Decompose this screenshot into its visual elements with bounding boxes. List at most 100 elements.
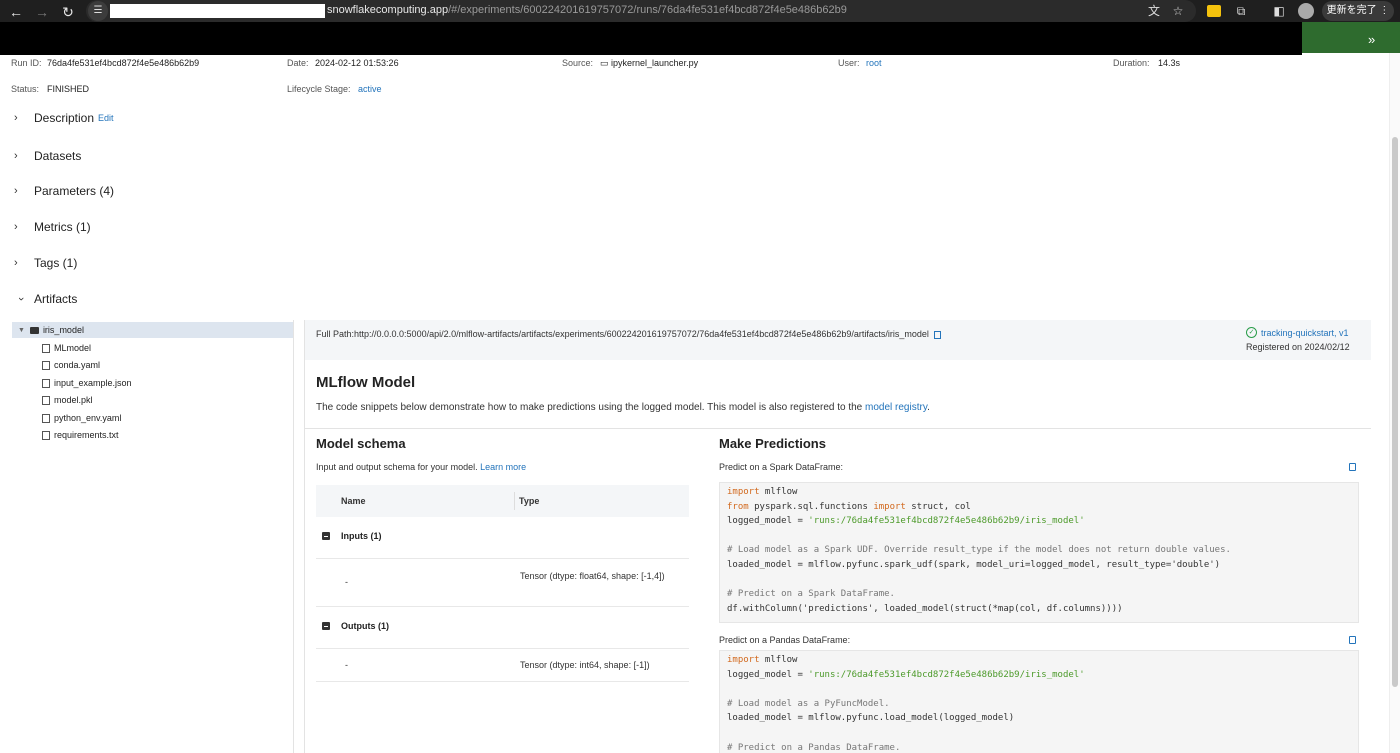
code-line: # Predict on a Spark DataFrame. <box>727 589 895 600</box>
model-registry-link[interactable]: model registry <box>865 402 927 413</box>
status-value: FINISHED <box>47 84 90 94</box>
tree-file-item[interactable]: model.pkl <box>42 393 93 407</box>
col-name-header: Name <box>341 496 366 506</box>
code-token: import <box>727 655 760 665</box>
predictions-title: Make Predictions <box>719 436 826 451</box>
tree-file-item[interactable]: conda.yaml <box>42 358 100 372</box>
code-token: import <box>727 487 760 497</box>
extension-icon[interactable] <box>1207 5 1221 17</box>
update-browser-button[interactable]: 更新を完了 ⋮ <box>1322 1 1394 21</box>
full-path-text: Full Path:http://0.0.0.0:5000/api/2.0/ml… <box>316 329 929 339</box>
artifacts-section[interactable]: › Artifacts <box>14 290 77 308</box>
copy-icon[interactable] <box>933 330 941 339</box>
tree-file-label: input_example.json <box>54 378 132 388</box>
file-icon <box>42 360 50 370</box>
code-line: loaded_model = mlflow.pyfunc.spark_udf(s… <box>727 559 1221 570</box>
lifecycle-label: Lifecycle Stage: <box>287 84 351 94</box>
profile-avatar[interactable] <box>1298 3 1314 19</box>
code-token: mlflow <box>759 487 798 497</box>
table-row: - Tensor (dtype: int64, shape: [-1]) <box>316 649 689 682</box>
description-end: . <box>927 402 930 413</box>
full-path: Full Path:http://0.0.0.0:5000/api/2.0/ml… <box>316 329 941 339</box>
file-icon <box>42 430 50 440</box>
registered-model-link[interactable]: tracking-quickstart, v1 <box>1261 328 1349 338</box>
chevron-right-icon: › <box>14 112 18 124</box>
tree-file-label: python_env.yaml <box>54 413 122 423</box>
input-type: Tensor (dtype: float64, shape: [-1,4]) <box>520 571 665 581</box>
folder-icon <box>29 326 39 334</box>
divider <box>305 428 1371 429</box>
tree-file-label: MLmodel <box>54 343 92 353</box>
copy-icon[interactable] <box>1349 636 1356 644</box>
user-link[interactable]: root <box>866 58 882 68</box>
artifact-path-bar: Full Path:http://0.0.0.0:5000/api/2.0/ml… <box>305 320 1371 360</box>
code-line: # Load model as a PyFuncModel. <box>727 698 890 709</box>
tree-file-item[interactable]: python_env.yaml <box>42 411 121 425</box>
tree-folder-label: iris_model <box>42 325 84 335</box>
code-line: # Predict on a Pandas DataFrame. <box>727 742 901 753</box>
caret-down-icon[interactable]: ▼ <box>18 327 25 334</box>
translate-icon[interactable]: 文 <box>1147 4 1161 18</box>
tree-file-label: conda.yaml <box>54 360 101 370</box>
extensions-puzzle-icon[interactable]: ⧉ <box>1234 4 1248 18</box>
page-scrollbar[interactable] <box>1389 53 1400 753</box>
inputs-group-row[interactable]: Inputs (1) <box>316 517 689 559</box>
pandas-code-block[interactable]: import mlflow logged_model = 'runs:/76da… <box>719 650 1359 753</box>
duration-value: 14.3s <box>1158 58 1181 68</box>
datasets-title: Datasets <box>34 149 82 163</box>
code-line: logged_model = 'runs:/76da4fe531ef4bcd87… <box>727 670 1351 685</box>
tree-file-item[interactable]: input_example.json <box>42 376 132 390</box>
description-section[interactable]: › Description Edit <box>14 109 114 127</box>
mlflow-model-description: The code snippets below demonstrate how … <box>316 402 930 413</box>
browser-chrome: ← → ↻ ☰ snowflakecomputing.app/#/experim… <box>0 0 1400 55</box>
duration-label: Duration: <box>1113 58 1150 68</box>
code-token: struct, col <box>905 501 971 512</box>
collapse-minus-icon[interactable] <box>322 532 330 540</box>
site-info-icon[interactable]: ☰ <box>88 1 108 21</box>
file-icon <box>42 413 50 423</box>
parameters-section[interactable]: › Parameters (4) <box>14 182 114 200</box>
outputs-group-row[interactable]: Outputs (1) <box>316 607 689 649</box>
code-line: from pyspark.sql.functions import struct… <box>727 502 1351 517</box>
tags-section[interactable]: › Tags (1) <box>14 254 77 272</box>
bookmarks-more-icon[interactable]: » <box>1368 32 1375 47</box>
inputs-label: Inputs (1) <box>341 531 382 541</box>
metrics-section[interactable]: › Metrics (1) <box>14 218 91 236</box>
side-panel-icon[interactable]: ◧ <box>1272 4 1286 18</box>
datasets-section[interactable]: › Datasets <box>14 147 81 165</box>
copy-icon[interactable] <box>1349 463 1356 471</box>
output-type: Tensor (dtype: int64, shape: [-1]) <box>520 660 650 670</box>
forward-arrow-icon[interactable]: → <box>34 4 50 20</box>
learn-more-link[interactable]: Learn more <box>480 462 526 472</box>
mlflow-model-title: MLflow Model <box>316 374 416 391</box>
back-arrow-icon[interactable]: ← <box>8 4 24 20</box>
collapse-minus-icon[interactable] <box>322 622 330 630</box>
code-line: loaded_model = mlflow.pyfunc.load_model(… <box>727 713 1015 724</box>
chevron-down-icon: › <box>15 297 27 301</box>
scrollbar-thumb[interactable] <box>1392 137 1398 687</box>
status-label: Status: <box>11 84 40 94</box>
code-token: 'runs:/76da4fe531ef4bcd872f4e5e486b62b9/… <box>808 669 1085 680</box>
run-id-label: Run ID: <box>11 58 42 68</box>
tree-file-item[interactable]: requirements.txt <box>42 428 119 442</box>
description-edit-link[interactable]: Edit <box>98 113 114 123</box>
artifacts-title: Artifacts <box>34 292 78 306</box>
code-token: import <box>873 501 906 512</box>
bookmark-star-icon[interactable]: ☆ <box>1171 4 1185 18</box>
code-line: import mlflow <box>727 487 1351 502</box>
reload-icon[interactable]: ↻ <box>60 4 76 20</box>
bookmarks-bar-redaction <box>0 22 1302 55</box>
url-text[interactable]: snowflakecomputing.app/#/experiments/600… <box>327 4 847 16</box>
spark-code-block[interactable]: import mlflow from pyspark.sql.functions… <box>719 482 1359 623</box>
run-id-value: 76da4fe531ef4bcd872f4e5e486b62b9 <box>47 58 200 68</box>
schema-description: Input and output schema for your model. … <box>316 462 526 472</box>
outputs-label: Outputs (1) <box>341 621 389 631</box>
tree-file-item[interactable]: MLmodel <box>42 341 91 355</box>
tree-item-iris-model[interactable]: ▼ iris_model <box>12 322 293 338</box>
description-title: Description <box>34 111 95 125</box>
code-token: 'runs:/76da4fe531ef4bcd872f4e5e486b62b9/… <box>808 516 1085 527</box>
